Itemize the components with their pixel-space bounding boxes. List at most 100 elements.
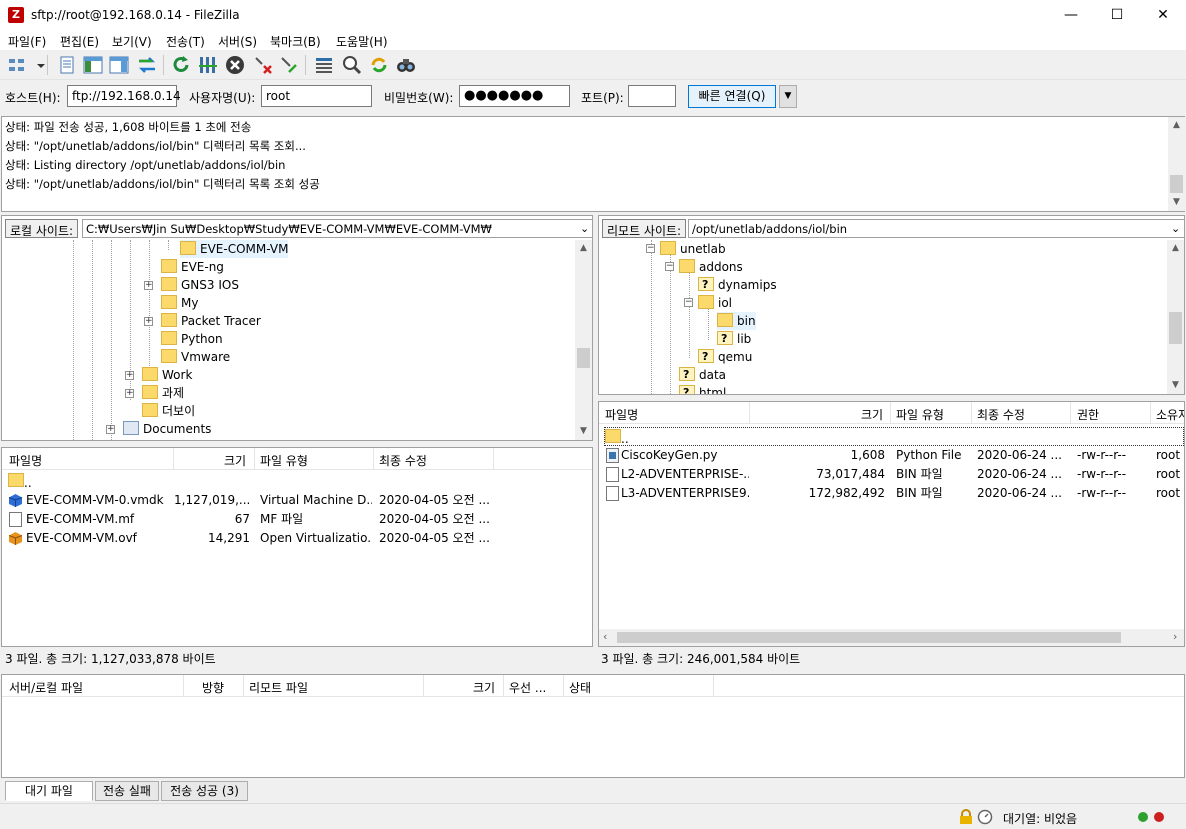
- disconnect-icon[interactable]: [252, 54, 274, 76]
- local-tree-item[interactable]: Python: [161, 330, 223, 348]
- column-remote-file[interactable]: 리모트 파일: [249, 679, 308, 696]
- tab-successful-transfers[interactable]: 전송 성공 (3): [161, 781, 248, 801]
- reconnect-icon[interactable]: [278, 54, 300, 76]
- local-path-input[interactable]: C:₩Users₩Jin Su₩Desktop₩Study₩EVE-COMM-V…: [82, 219, 592, 238]
- collapse-icon[interactable]: −: [665, 262, 674, 271]
- remote-tree-item[interactable]: addons: [679, 258, 743, 276]
- toggle-remote-tree-icon[interactable]: [108, 54, 130, 76]
- remote-tree-item[interactable]: unetlab: [660, 240, 726, 258]
- local-tree-item[interactable]: 과제: [142, 384, 184, 402]
- expand-icon[interactable]: +: [125, 371, 134, 380]
- column-priority[interactable]: 우선 ...: [509, 679, 546, 696]
- file-modified: 2020-06-24 ...: [977, 486, 1062, 500]
- collapse-icon[interactable]: −: [646, 244, 655, 253]
- expand-icon[interactable]: +: [125, 389, 134, 398]
- local-file-row[interactable]: EVE-COMM-VM-0.vmdk 1,127,019,... Virtual…: [2, 491, 592, 510]
- menu-bookmarks[interactable]: 북마크(B): [270, 33, 321, 50]
- refresh-icon[interactable]: [170, 54, 192, 76]
- remote-path-input[interactable]: /opt/unetlab/addons/iol/bin: [688, 219, 1184, 238]
- remote-tree-item[interactable]: qemu: [698, 348, 752, 366]
- remote-file-row[interactable]: CiscoKeyGen.py 1,608 Python File 2020-06…: [599, 446, 1184, 465]
- remote-tree-scrollbar[interactable]: ▲ ▼: [1167, 240, 1184, 394]
- menu-file[interactable]: 파일(F): [8, 33, 46, 50]
- menu-view[interactable]: 보기(V): [112, 33, 152, 50]
- cancel-operation-icon[interactable]: [224, 54, 246, 76]
- column-filetype[interactable]: 파일 유형: [260, 452, 308, 469]
- column-filename[interactable]: 파일명: [9, 452, 42, 469]
- expand-icon[interactable]: +: [106, 425, 115, 434]
- remote-file-row[interactable]: ..: [604, 427, 1184, 446]
- remote-file-row[interactable]: L3-ADVENTERPRISE9... 172,982,492 BIN 파일 …: [599, 484, 1184, 503]
- tab-failed-transfers[interactable]: 전송 실패: [95, 781, 159, 801]
- column-filetype[interactable]: 파일 유형: [896, 406, 944, 423]
- toggle-transfer-queue-icon[interactable]: [136, 54, 158, 76]
- tab-queued-files[interactable]: 대기 파일: [5, 781, 93, 801]
- column-status[interactable]: 상태: [569, 679, 591, 696]
- username-field[interactable]: root: [261, 85, 372, 107]
- column-owner[interactable]: 소유자: [1156, 406, 1184, 423]
- minimize-icon[interactable]: —: [1048, 0, 1094, 30]
- toggle-message-log-icon[interactable]: [56, 54, 78, 76]
- password-field[interactable]: ●●●●●●●: [459, 85, 570, 107]
- menu-edit[interactable]: 편집(E): [60, 33, 99, 50]
- toggle-local-tree-icon[interactable]: [82, 54, 104, 76]
- quickconnect-button[interactable]: 빠른 연결(Q): [688, 85, 776, 108]
- column-modified[interactable]: 최종 수정: [977, 406, 1025, 423]
- menu-transfer[interactable]: 전송(T): [166, 33, 205, 50]
- column-direction[interactable]: 방향: [202, 679, 224, 696]
- column-size[interactable]: 크기: [224, 452, 246, 469]
- menu-help[interactable]: 도움말(H): [336, 33, 388, 50]
- remote-horizontal-scrollbar[interactable]: ‹ ›: [599, 629, 1184, 646]
- synchronized-browsing-icon[interactable]: [368, 54, 390, 76]
- local-tree-item[interactable]: Packet Tracer: [161, 312, 261, 330]
- search-remote-files-icon[interactable]: [395, 54, 417, 76]
- remote-tree-item[interactable]: html: [679, 384, 726, 394]
- maximize-icon[interactable]: ☐: [1094, 0, 1140, 30]
- column-size[interactable]: 크기: [861, 406, 883, 423]
- local-path-dropdown-icon[interactable]: ⌄: [580, 222, 589, 235]
- remote-path-dropdown-icon[interactable]: ⌄: [1171, 222, 1180, 235]
- receive-indicator-icon: [1154, 812, 1164, 822]
- remote-tree-item[interactable]: bin: [717, 312, 756, 330]
- local-tree-item[interactable]: Work: [142, 366, 192, 384]
- host-field[interactable]: ftp://192.168.0.14: [67, 85, 181, 107]
- directory-listing-filters-icon[interactable]: [313, 54, 335, 76]
- remote-tree-item[interactable]: dynamips: [698, 276, 777, 294]
- close-icon[interactable]: ✕: [1140, 0, 1186, 30]
- site-manager-dropdown-icon[interactable]: [30, 54, 45, 76]
- collapse-icon[interactable]: −: [684, 298, 693, 307]
- remote-tree-item[interactable]: data: [679, 366, 726, 384]
- tree-item-label: bin: [737, 314, 756, 328]
- column-size[interactable]: 크기: [473, 679, 495, 696]
- expand-icon[interactable]: +: [144, 317, 153, 326]
- local-tree-scrollbar[interactable]: ▲ ▼: [575, 240, 592, 440]
- message-log: 상태: 파일 전송 성공, 1,608 바이트를 1 초에 전송 상태: "/o…: [1, 116, 1185, 212]
- site-manager-icon[interactable]: [6, 54, 28, 76]
- local-tree-item[interactable]: My: [161, 294, 198, 312]
- remote-tree-item[interactable]: lib: [717, 330, 751, 348]
- toggle-comparison-icon[interactable]: [341, 54, 363, 76]
- expand-icon[interactable]: +: [144, 281, 153, 290]
- remote-file-row[interactable]: L2-ADVENTERPRISE-... 73,017,484 BIN 파일 2…: [599, 465, 1184, 484]
- remote-tree-item[interactable]: iol: [698, 294, 732, 312]
- column-permissions[interactable]: 권한: [1077, 406, 1099, 423]
- tree-item-label: Vmware: [181, 350, 231, 364]
- menu-server[interactable]: 서버(S): [218, 33, 257, 50]
- column-server-local-file[interactable]: 서버/로컬 파일: [9, 679, 83, 696]
- unknown-folder-icon: [679, 366, 695, 384]
- log-scrollbar[interactable]: ▲ ▼: [1168, 117, 1185, 211]
- column-filename[interactable]: 파일명: [605, 406, 638, 423]
- local-file-row[interactable]: ..: [2, 472, 592, 491]
- column-modified[interactable]: 최종 수정: [379, 452, 427, 469]
- quickconnect-dropdown-icon[interactable]: ▼: [779, 85, 797, 108]
- local-tree-item[interactable]: EVE-COMM-VM: [180, 240, 289, 258]
- local-tree-item[interactable]: EVE-ng: [161, 258, 224, 276]
- local-tree-item[interactable]: Vmware: [161, 348, 230, 366]
- local-tree-item[interactable]: 더보이: [142, 402, 195, 420]
- local-file-row[interactable]: EVE-COMM-VM.ovf 14,291 Open Virtualizati…: [2, 529, 592, 548]
- process-queue-icon[interactable]: [197, 54, 219, 76]
- port-field[interactable]: [628, 85, 676, 107]
- local-tree-item[interactable]: GNS3 IOS: [161, 276, 239, 294]
- local-tree-item[interactable]: Documents: [123, 420, 211, 438]
- local-file-row[interactable]: EVE-COMM-VM.mf 67 MF 파일 2020-04-05 오전 ..…: [2, 510, 592, 529]
